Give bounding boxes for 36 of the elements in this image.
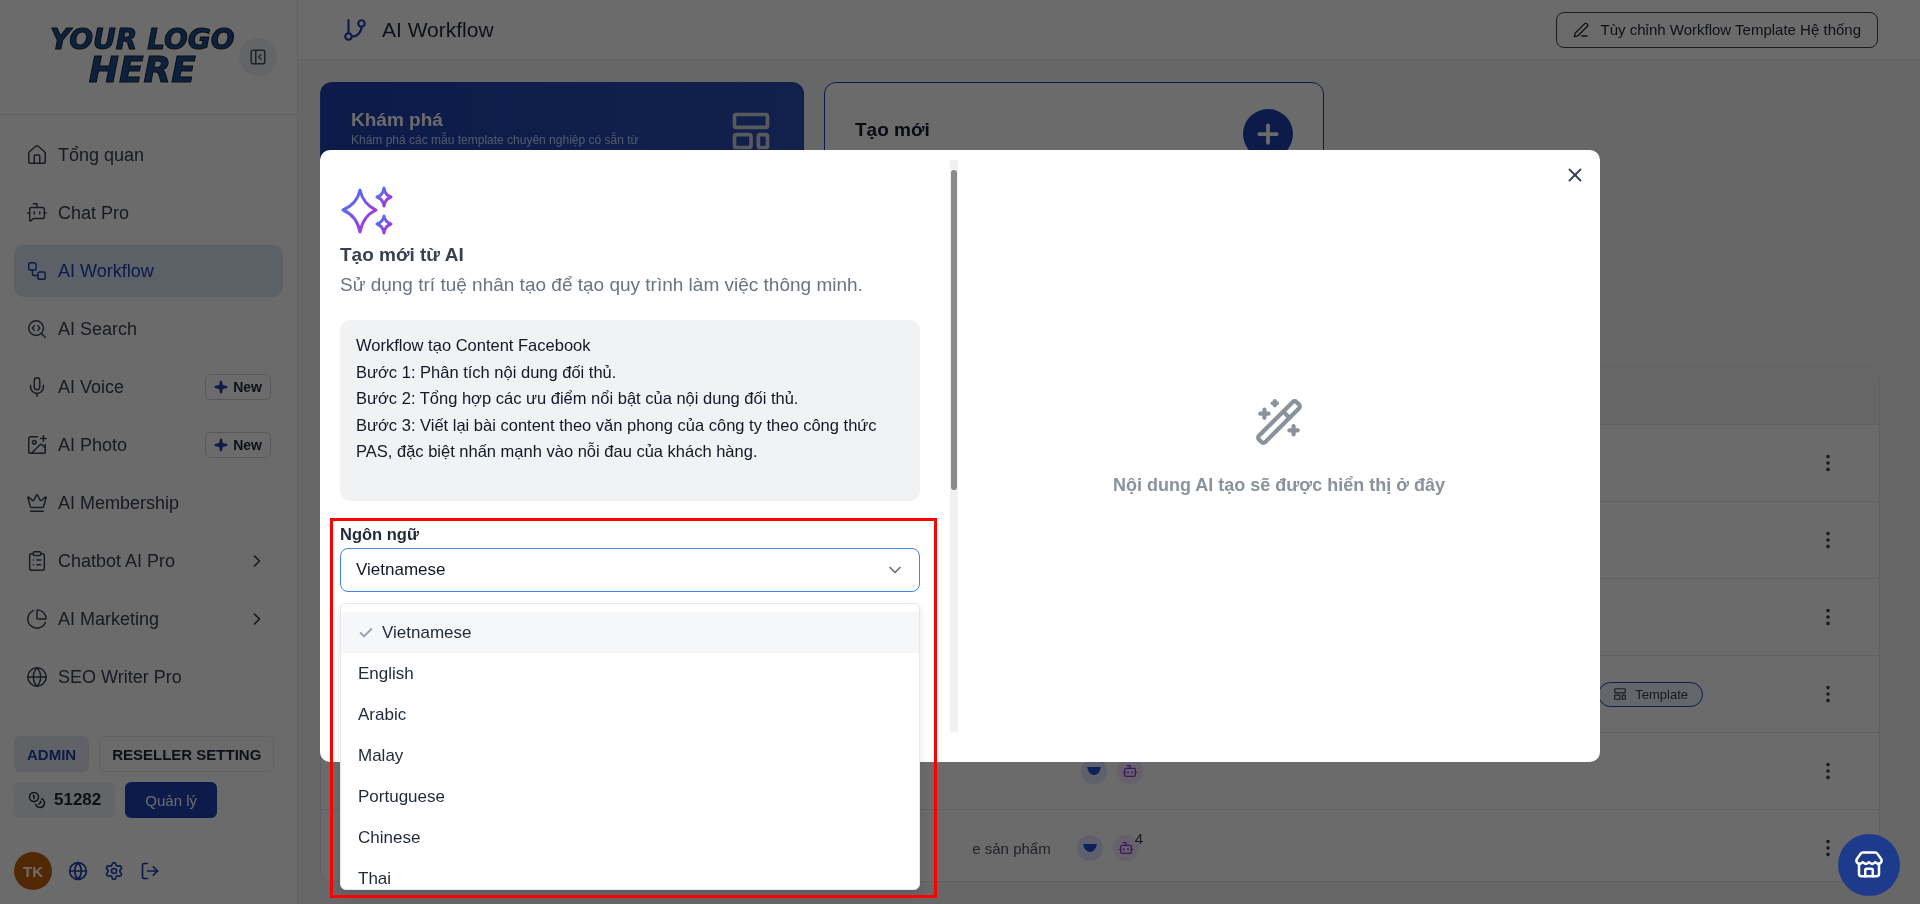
language-select[interactable]: Vietnamese — [340, 547, 920, 592]
sidebar-item[interactable]: AI Photo New — [14, 419, 283, 471]
new-badge: New — [205, 374, 271, 400]
sidebar-item[interactable]: AI Voice New — [14, 361, 283, 413]
role-button[interactable]: RESELLER SETTING — [99, 736, 275, 772]
sidebar-item[interactable]: AI Workflow — [14, 245, 283, 297]
template-tag: Template — [1598, 681, 1703, 707]
sidebar-item[interactable]: SEO Writer Pro — [14, 651, 283, 703]
table-cell: e sản phẩm — [972, 839, 1051, 857]
sidebar-item[interactable]: AI Membership — [14, 477, 283, 529]
dropdown-option[interactable]: Malay — [341, 735, 919, 776]
logo: YOUR LOGO HERE — [50, 26, 235, 88]
manage-button[interactable]: Quản lý — [125, 782, 217, 818]
dropdown-option[interactable]: Vietnamese — [341, 612, 919, 653]
prompt-input[interactable]: Workflow tạo Content Facebook Bước 1: Phân tích nội dung đối thủ. Bước 2: Tổng hợp các ưu điểm nổi bật của nội dung đối thủ. Bước 3: Viết lại bài content theo văn phong của công ty theo công thức PAS, đặc biệt nhấn mạnh vào nỗi đau của khách hàng. — [340, 320, 920, 501]
role-button[interactable]: ADMIN — [14, 736, 90, 772]
dropdown-option[interactable]: Arabic — [341, 694, 919, 735]
dropdown-option[interactable]: English — [341, 653, 919, 694]
dialog-title: Tạo mới từ AI — [340, 244, 465, 266]
sidebar-item[interactable]: Chatbot AI Pro — [14, 535, 283, 587]
dropdown-option[interactable]: Portuguese — [341, 776, 919, 817]
sidebar-item[interactable]: Chat Pro — [14, 187, 283, 239]
user-avatar[interactable]: TK — [14, 852, 52, 890]
sidebar-item[interactable]: Tổng quan — [14, 129, 283, 181]
dialog-subtitle: Sử dụng trí tuệ nhân tạo để tạo quy trình làm việc thông minh. — [340, 274, 864, 296]
sidebar-item[interactable]: AI Search — [14, 303, 283, 355]
bot-count: 4 — [1134, 829, 1143, 847]
dropdown-option[interactable]: Thai — [341, 858, 919, 889]
dropdown-option[interactable]: Chinese — [341, 817, 919, 858]
new-badge: New — [205, 432, 271, 458]
empty-state-text: Nội dung AI tạo sẽ được hiển thị ở đây — [1113, 474, 1445, 496]
sidebar-item[interactable]: AI Marketing — [14, 593, 283, 645]
credit-balance: 51282 — [14, 782, 116, 818]
customize-template-button[interactable]: Tùy chỉnh Workflow Template Hệ thống — [1555, 11, 1878, 48]
page-title: AI Workflow — [382, 17, 494, 42]
field-label: Ngôn ngữ — [340, 524, 420, 544]
